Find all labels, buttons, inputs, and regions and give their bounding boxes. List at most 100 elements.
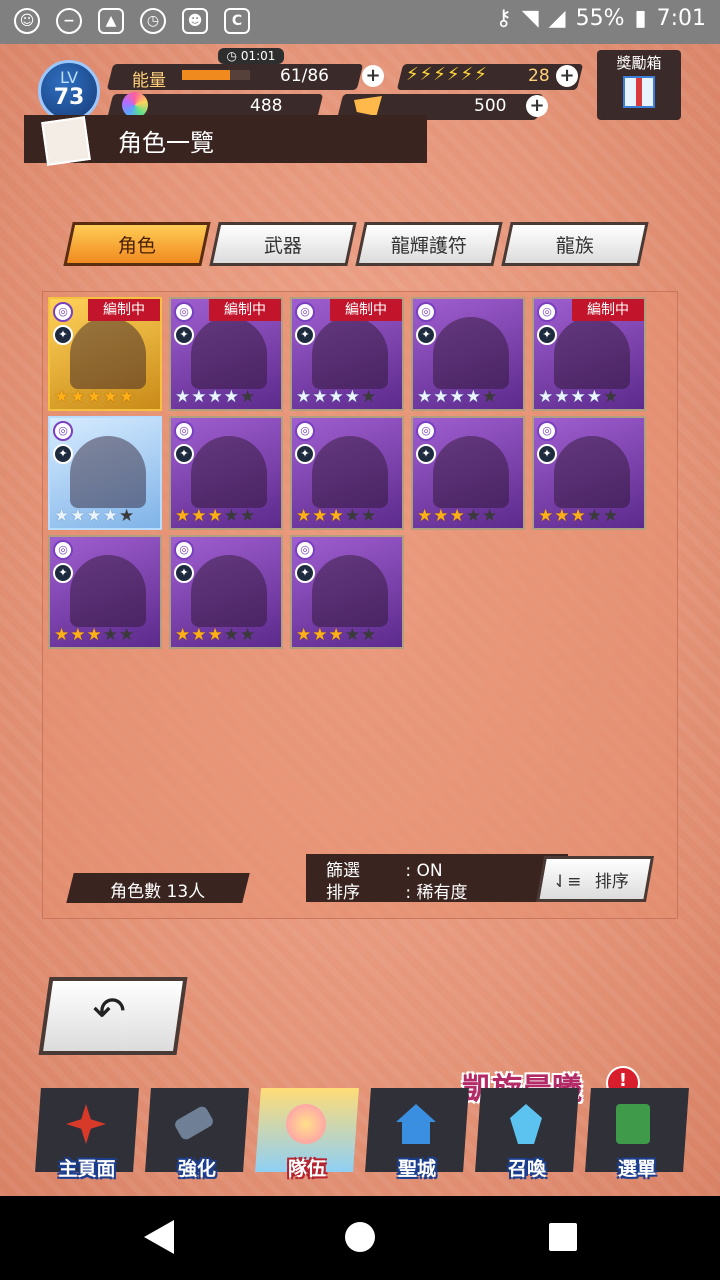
in-team-badge: 編制中 [330, 299, 402, 321]
character-card[interactable]: ◎ ✦ ★ ★ ★ ★ ★ [48, 535, 162, 649]
star-empty-icon: ★ [223, 506, 239, 526]
sort-button[interactable]: ⇃≡ 排序 [535, 856, 655, 902]
nav-summon[interactable]: 召喚 [475, 1084, 579, 1188]
add-stamina-button[interactable]: + [556, 65, 578, 87]
weapon-type-icon: ✦ [174, 325, 194, 345]
star-filled-icon: ★ [207, 506, 223, 526]
character-portrait [70, 436, 146, 508]
energy-label: 能量 [132, 71, 166, 91]
character-card[interactable]: ◎ ✦ ★ ★ ★ ★ ★ [411, 416, 525, 530]
star-filled-icon: ★ [223, 387, 239, 407]
back-arrow-icon: ↶ [92, 989, 127, 1035]
star-filled-icon: ★ [538, 387, 554, 407]
character-list-icon [41, 116, 91, 166]
star-empty-icon: ★ [344, 506, 360, 526]
star-empty-icon: ★ [361, 625, 377, 645]
character-portrait [191, 317, 267, 389]
star-empty-icon: ★ [603, 506, 619, 526]
star-filled-icon: ★ [570, 387, 586, 407]
star-empty-icon: ★ [603, 387, 619, 407]
nav-holy-city[interactable]: 聖城 [365, 1084, 469, 1188]
tab-characters[interactable]: 角色 [63, 222, 211, 266]
element-icon: ◎ [174, 421, 194, 441]
rarity-stars: ★ ★ ★ ★ ★ [296, 507, 376, 525]
star-filled-icon: ★ [328, 625, 344, 645]
page-header: 角色一覽 [24, 115, 427, 166]
star-filled-icon: ★ [586, 387, 602, 407]
star-filled-icon: ★ [70, 625, 86, 645]
back-button[interactable]: ↶ [38, 977, 188, 1055]
character-card[interactable]: ◎ ✦ 編制中 ★ ★ ★ ★ ★ [48, 297, 162, 411]
wifi-icon: ◥ [521, 6, 539, 31]
character-portrait [191, 436, 267, 508]
add-energy-button[interactable]: + [362, 65, 384, 87]
star-filled-icon: ★ [312, 506, 328, 526]
nav-home[interactable]: 主頁面 [35, 1084, 139, 1188]
character-card[interactable]: ◎ ✦ ★ ★ ★ ★ ★ [532, 416, 646, 530]
rarity-stars: ★ ★ ★ ★ ★ [296, 388, 376, 406]
star-filled-icon: ★ [119, 387, 135, 407]
rarity-stars: ★ ★ ★ ★ ★ [538, 388, 618, 406]
character-portrait [312, 555, 388, 627]
character-card[interactable]: ◎ ✦ ★ ★ ★ ★ ★ [290, 416, 404, 530]
nav-team-label: 隊伍 [287, 1158, 326, 1180]
back-triangle-icon[interactable] [142, 1218, 176, 1256]
star-filled-icon: ★ [433, 506, 449, 526]
star-filled-icon: ★ [54, 625, 70, 645]
star-filled-icon: ★ [554, 387, 570, 407]
in-team-badge: 編制中 [209, 299, 281, 321]
star-filled-icon: ★ [54, 387, 70, 407]
character-card[interactable]: ◎ ✦ ★ ★ ★ ★ ★ [169, 535, 283, 649]
clock: 7:01 [656, 6, 706, 31]
character-card[interactable]: ◎ ✦ ★ ★ ★ ★ ★ [290, 535, 404, 649]
element-icon: ◎ [174, 302, 194, 322]
star-filled-icon: ★ [312, 625, 328, 645]
character-portrait [312, 317, 388, 389]
star-filled-icon: ★ [449, 387, 465, 407]
reward-box-label: 獎勵箱 [616, 54, 662, 72]
energy-timer-value: 01:01 [240, 49, 276, 63]
nav-menu[interactable]: 選單 [585, 1084, 689, 1188]
sort-label: 排序 [326, 883, 360, 903]
tab-weapons[interactable]: 武器 [209, 222, 357, 266]
character-card[interactable]: ◎ ✦ 編制中 ★ ★ ★ ★ ★ [290, 297, 404, 411]
energy-gauge [182, 70, 250, 80]
star-filled-icon: ★ [328, 506, 344, 526]
star-filled-icon: ★ [175, 625, 191, 645]
star-filled-icon: ★ [344, 387, 360, 407]
nav-team[interactable]: 隊伍 [255, 1084, 359, 1188]
star-filled-icon: ★ [70, 387, 86, 407]
element-icon: ◎ [537, 302, 557, 322]
character-card[interactable]: ◎ ✦ 編制中 ★ ★ ★ ★ ★ [169, 297, 283, 411]
character-card[interactable]: ◎ ✦ 編制中 ★ ★ ★ ★ ★ [532, 297, 646, 411]
star-filled-icon: ★ [465, 387, 481, 407]
character-card[interactable]: ◎ ✦ ★ ★ ★ ★ ★ [169, 416, 283, 530]
star-empty-icon: ★ [361, 387, 377, 407]
star-empty-icon: ★ [223, 625, 239, 645]
energy-gauge-fill [182, 70, 231, 80]
recents-square-icon[interactable] [546, 1218, 580, 1256]
star-empty-icon: ★ [482, 387, 498, 407]
star-filled-icon: ★ [175, 506, 191, 526]
battery-icon: ▮ [634, 6, 647, 31]
gems-value: 488 [250, 96, 283, 116]
reward-box-button[interactable]: 獎勵箱 [597, 50, 681, 120]
star-filled-icon: ★ [296, 387, 312, 407]
tab-amulets[interactable]: 龍輝護符 [355, 222, 503, 266]
rarity-stars: ★ ★ ★ ★ ★ [54, 388, 134, 406]
rarity-stars: ★ ★ ★ ★ ★ [175, 626, 255, 644]
star-filled-icon: ★ [433, 387, 449, 407]
add-tickets-button[interactable]: + [526, 95, 548, 117]
character-card[interactable]: ◎ ✦ ★ ★ ★ ★ ★ [411, 297, 525, 411]
system-nav-bar [0, 1196, 720, 1280]
character-card[interactable]: ◎ ✦ ★ ★ ★ ★ ★ [48, 416, 162, 530]
star-filled-icon: ★ [570, 506, 586, 526]
nav-upgrade[interactable]: 強化 [145, 1084, 249, 1188]
star-empty-icon: ★ [465, 506, 481, 526]
stamina-bolts-icon: ⚡⚡⚡⚡⚡⚡ [406, 64, 488, 85]
element-icon: ◎ [53, 302, 73, 322]
team-characters-icon [286, 1104, 326, 1144]
home-circle-icon[interactable] [343, 1218, 377, 1256]
tab-dragons[interactable]: 龍族 [501, 222, 649, 266]
element-icon: ◎ [295, 302, 315, 322]
